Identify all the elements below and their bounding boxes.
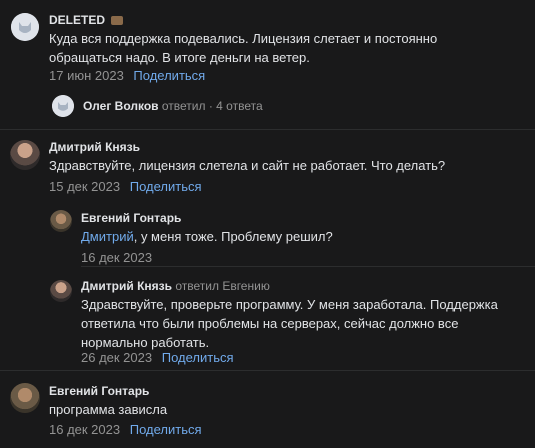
deleted-dog-icon xyxy=(52,95,74,117)
avatar[interactable] xyxy=(50,210,72,232)
divider xyxy=(81,266,535,267)
avatar[interactable] xyxy=(10,140,40,170)
share-link[interactable]: Поделиться xyxy=(133,68,205,83)
divider xyxy=(0,370,535,371)
comment-date[interactable]: 15 дек 2023 xyxy=(49,179,120,194)
comment-text: Дмитрий, у меня тоже. Проблему решил? xyxy=(81,229,333,244)
avatar[interactable] xyxy=(10,383,40,413)
avatar[interactable] xyxy=(50,280,72,302)
comment-text: программа зависла xyxy=(49,402,168,417)
share-link[interactable]: Поделиться xyxy=(162,350,234,365)
briefcase-icon xyxy=(111,16,124,26)
comment-date[interactable]: 26 дек 2023 xyxy=(81,350,152,365)
comment-author[interactable]: Дмитрий Князь xyxy=(49,140,140,154)
comment-date[interactable]: 16 дек 2023 xyxy=(81,250,152,265)
reply-to-note[interactable]: ответил Евгению xyxy=(175,279,269,293)
deleted-dog-icon xyxy=(11,13,39,41)
avatar[interactable] xyxy=(52,95,74,117)
comment-date[interactable]: 16 дек 2023 xyxy=(49,422,120,437)
comment-date[interactable]: 17 июн 2023 xyxy=(49,68,124,83)
replies-thread-link[interactable]: Олег Волков ответил · 4 ответа xyxy=(83,99,263,113)
mention-link[interactable]: Дмитрий xyxy=(81,229,134,244)
comment-text: Куда вся поддержка подевались. Лицензия … xyxy=(49,31,438,65)
avatar[interactable] xyxy=(11,13,39,41)
comment-author: Дмитрий Князь ответил Евгению xyxy=(81,279,270,293)
divider xyxy=(0,129,535,130)
share-link[interactable]: Поделиться xyxy=(130,422,202,437)
comment-text: Здравствуйте, проверьте программу. У мен… xyxy=(81,297,498,350)
comment-author[interactable]: DELETED xyxy=(49,13,124,27)
comment-author[interactable]: Евгений Гонтарь xyxy=(81,211,181,225)
comment-author[interactable]: Евгений Гонтарь xyxy=(49,384,149,398)
comment-text: Здравствуйте, лицензия слетела и сайт не… xyxy=(49,158,446,173)
share-link[interactable]: Поделиться xyxy=(130,179,202,194)
